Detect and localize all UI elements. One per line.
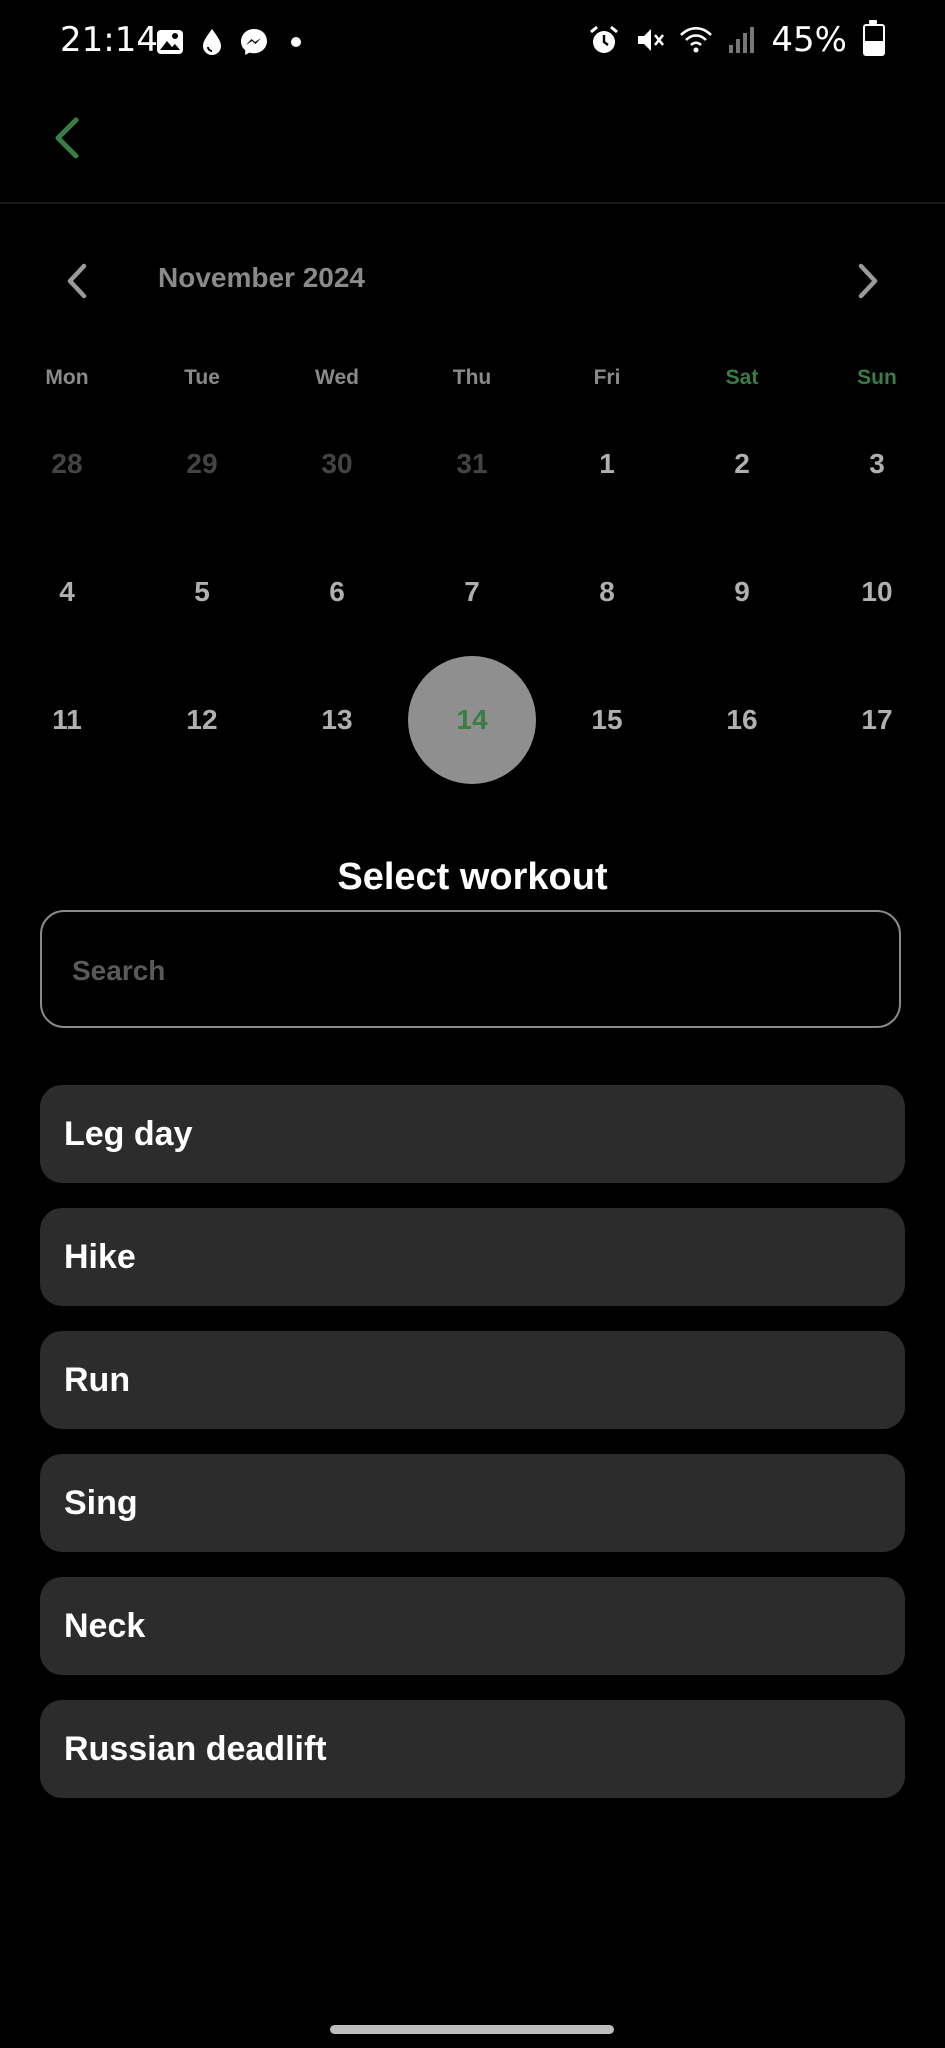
calendar-day[interactable]: 15 [543, 656, 671, 784]
calendar-day[interactable]: 6 [273, 528, 401, 656]
workout-label: Hike [64, 1237, 136, 1276]
weekday-wed: Wed [315, 366, 359, 389]
calendar-day[interactable]: 4 [3, 528, 131, 656]
workout-item[interactable]: Run [40, 1331, 905, 1429]
calendar-day[interactable]: 13 [273, 656, 401, 784]
calendar-day[interactable]: 10 [813, 528, 941, 656]
messenger-icon [241, 29, 267, 55]
drop-icon [203, 29, 221, 55]
workout-item[interactable]: Russian deadlift [40, 1700, 905, 1798]
workout-item[interactable]: Hike [40, 1208, 905, 1306]
gallery-icon [157, 30, 183, 54]
calendar-day[interactable]: 17 [813, 656, 941, 784]
alarm-icon [590, 25, 619, 53]
section-title: Select workout [337, 856, 608, 898]
status-bar: 21:14 45% [0, 0, 945, 84]
workout-label: Russian deadlift [64, 1729, 327, 1768]
chevron-left-icon[interactable] [44, 108, 94, 168]
calendar-day[interactable]: 8 [543, 528, 671, 656]
weekday-header: Mon Tue Wed Thu Fri Sat Sun [0, 366, 945, 402]
weekday-sat: Sat [725, 366, 759, 389]
calendar-day[interactable]: 16 [678, 656, 806, 784]
weekday-fri: Fri [593, 366, 621, 389]
calendar-day[interactable]: 1 [543, 400, 671, 528]
wifi-icon [680, 26, 713, 53]
battery-percent: 45% [771, 20, 847, 60]
calendar-day[interactable]: 5 [138, 528, 266, 656]
home-indicator[interactable] [330, 2025, 614, 2034]
search-box[interactable] [40, 910, 901, 1028]
signal-icon [729, 27, 755, 53]
workout-item[interactable]: Sing [40, 1454, 905, 1552]
status-icons: 45% [587, 20, 885, 60]
weekday-sun: Sun [857, 366, 897, 389]
calendar-day[interactable]: 29 [138, 400, 266, 528]
calendar-day[interactable]: 2 [678, 400, 806, 528]
calendar-day[interactable]: 7 [408, 528, 536, 656]
calendar-day-selected[interactable]: 14 [408, 656, 536, 784]
month-navigation: November 2024 [0, 250, 945, 314]
calendar-day[interactable]: 30 [273, 400, 401, 528]
battery-icon [863, 20, 885, 56]
weekday-tue: Tue [184, 366, 220, 389]
next-month-button[interactable] [847, 256, 887, 306]
dot-icon [291, 37, 301, 47]
weekday-thu: Thu [452, 366, 492, 389]
workout-label: Neck [64, 1606, 146, 1645]
search-input[interactable] [70, 942, 874, 1000]
workout-item[interactable]: Leg day [40, 1085, 905, 1183]
app-bar [0, 84, 945, 204]
mute-icon [638, 29, 665, 51]
calendar-day[interactable]: 11 [3, 656, 131, 784]
calendar-day[interactable]: 3 [813, 400, 941, 528]
prev-month-button[interactable] [58, 256, 98, 306]
workout-label: Run [64, 1360, 131, 1399]
calendar-day[interactable]: 9 [678, 528, 806, 656]
status-time: 21:14 [60, 20, 158, 60]
workout-label: Leg day [64, 1114, 193, 1153]
workout-item[interactable]: Neck [40, 1577, 905, 1675]
weekday-mon: Mon [45, 366, 89, 389]
calendar-day[interactable]: 31 [408, 400, 536, 528]
calendar-day[interactable]: 28 [3, 400, 131, 528]
battery-fill [865, 41, 883, 54]
workout-label: Sing [64, 1483, 138, 1522]
month-title: November 2024 [158, 262, 366, 293]
calendar-day[interactable]: 12 [138, 656, 266, 784]
